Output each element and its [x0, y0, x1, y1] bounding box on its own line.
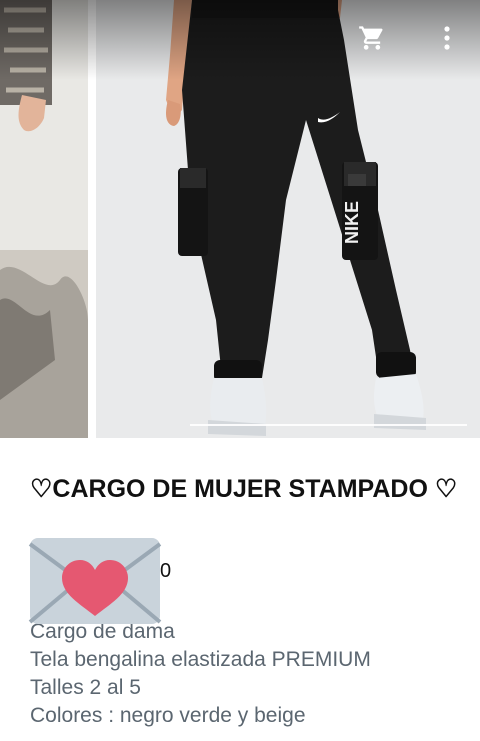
- previous-product-image[interactable]: [0, 0, 88, 438]
- product-info: ♡CARGO DE MUJER STAMPADO ♡ 0 Cargo de da…: [30, 472, 460, 727]
- description-line: Colores : negro verde y beige: [30, 704, 306, 727]
- more-options-button[interactable]: [429, 20, 465, 56]
- cargo-pants-photo: NIKE: [96, 0, 480, 438]
- carousel-divider: [88, 0, 96, 438]
- product-image-carousel[interactable]: NIKE: [0, 0, 480, 438]
- description-line: Tela bengalina elastizada PREMIUM: [30, 648, 371, 671]
- description-line: Talles 2 al 5: [30, 676, 141, 699]
- shopping-cart-icon: [359, 26, 383, 50]
- more-vert-icon: [444, 26, 450, 50]
- brand-logo-text: NIKE: [342, 201, 362, 244]
- cart-button[interactable]: [354, 20, 390, 56]
- carousel-progress-indicator: [190, 424, 467, 426]
- previous-photo: [0, 0, 88, 438]
- product-title: ♡CARGO DE MUJER STAMPADO ♡: [30, 475, 458, 503]
- current-product-image[interactable]: NIKE: [96, 0, 480, 438]
- love-letter-sticker[interactable]: [28, 534, 162, 628]
- love-letter-icon: [28, 538, 162, 624]
- product-description: Cargo de dama Tela bengalina elastizada …: [30, 618, 371, 730]
